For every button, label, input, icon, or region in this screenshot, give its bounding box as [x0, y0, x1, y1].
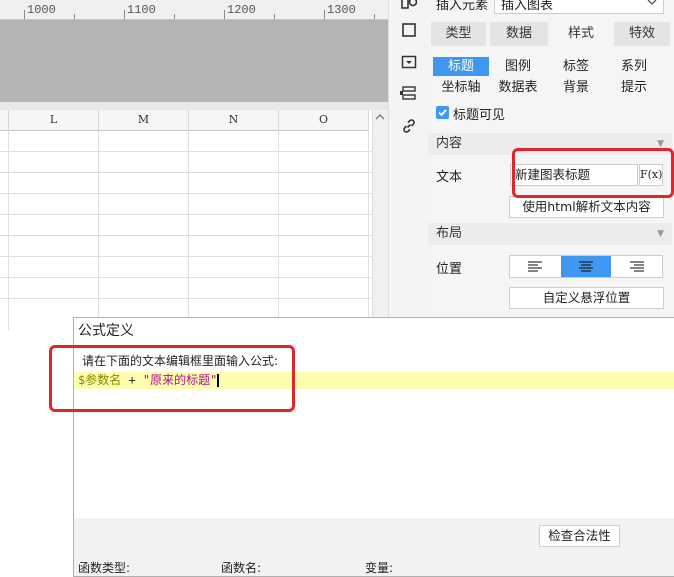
insert-chart-select[interactable]: 插入图表	[494, 0, 664, 14]
float-element-icon[interactable]	[399, 22, 419, 42]
subtab-title[interactable]: 标题	[433, 57, 489, 76]
insert-row: 插入元素 插入图表	[428, 0, 674, 14]
tab-style[interactable]: 样式	[552, 22, 610, 46]
sheet-vertical-scrollbar[interactable]	[372, 110, 389, 320]
scroll-up-icon[interactable]	[372, 110, 388, 128]
dialog-title: 公式定义	[74, 318, 674, 345]
tab-data[interactable]: 数据	[490, 22, 548, 46]
align-left-icon[interactable]	[510, 256, 560, 277]
variable-label: 变量:	[365, 561, 394, 575]
alignment-group	[509, 255, 663, 278]
form-list-icon[interactable]	[399, 86, 419, 106]
function-type-label: 函数类型:	[78, 561, 131, 575]
subtab-series[interactable]: 系列	[606, 57, 662, 76]
collapse-icon: ▼	[657, 229, 664, 239]
highlight-box	[49, 345, 295, 412]
side-icon-rail	[388, 0, 429, 320]
tab-effects[interactable]: 特效	[614, 22, 670, 46]
layout-section-header[interactable]: 布局 ▼	[428, 223, 672, 245]
spreadsheet-grid[interactable]: L M N O	[0, 110, 372, 330]
column-header-o[interactable]: O	[279, 110, 369, 131]
ruler-label: 1200	[227, 3, 256, 17]
align-right-icon[interactable]	[612, 256, 662, 277]
text-label: 文本	[436, 170, 463, 185]
column-header-n[interactable]: N	[189, 110, 279, 131]
ruler-label: 1300	[327, 3, 356, 17]
html-parse-button[interactable]: 使用html解析文本内容	[509, 196, 664, 218]
ruler-label: 1000	[27, 3, 56, 17]
layout-section-title: 布局	[436, 226, 463, 241]
subtab-datatable[interactable]: 数据表	[490, 78, 546, 97]
check-validity-button[interactable]: 检查合法性	[539, 525, 620, 547]
custom-float-position-button[interactable]: 自定义悬浮位置	[509, 287, 664, 309]
hyperlink-icon[interactable]	[399, 118, 419, 138]
horizontal-ruler: 1000 1100 1200 1300	[0, 0, 388, 20]
row-header-corner	[0, 110, 9, 131]
insert-element-label: 插入元素	[436, 0, 489, 13]
column-header-l[interactable]: L	[9, 110, 99, 131]
function-name-label: 函数名:	[221, 561, 262, 575]
title-visible-label: 标题可见	[453, 108, 506, 123]
subtab-axis[interactable]: 坐标轴	[433, 78, 489, 97]
title-visible-checkbox[interactable]	[436, 106, 449, 119]
content-section-title: 内容	[436, 136, 463, 151]
subtab-label[interactable]: 标签	[548, 57, 604, 76]
cell-element-icon[interactable]	[399, 0, 419, 14]
canvas-scrollbar[interactable]	[0, 102, 388, 110]
column-header-m[interactable]: M	[99, 110, 189, 131]
align-center-icon[interactable]	[561, 256, 611, 277]
tab-type[interactable]: 类型	[431, 22, 486, 46]
insert-chart-value: 插入图表	[501, 0, 554, 13]
widget-settings-icon[interactable]	[399, 54, 419, 74]
ruler-label: 1100	[127, 3, 156, 17]
subtab-background[interactable]: 背景	[548, 78, 604, 97]
subtab-tooltip[interactable]: 提示	[606, 78, 662, 97]
subtab-legend[interactable]: 图例	[490, 57, 546, 76]
position-label: 位置	[436, 262, 463, 277]
chevron-down-icon	[647, 0, 657, 9]
highlight-box	[512, 148, 674, 198]
